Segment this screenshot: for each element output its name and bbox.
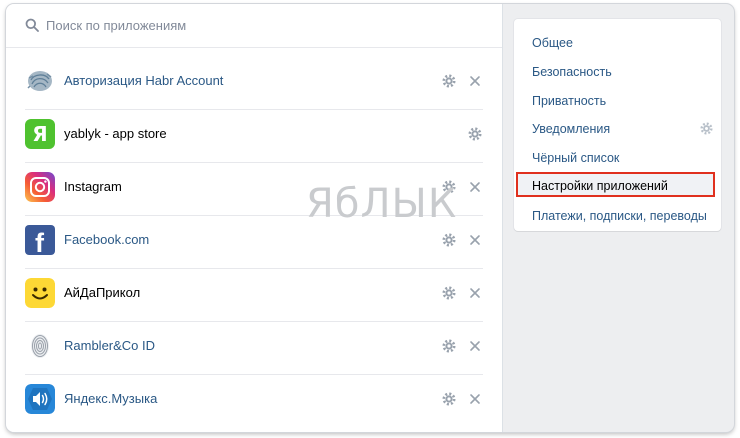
app-name[interactable]: Яндекс.Музыка [64, 391, 157, 406]
app-name[interactable]: Rambler&Co ID [64, 338, 155, 353]
menu-item-label: Уведомления [532, 122, 611, 136]
settings-menu: Общее Безопасность Приватность Уведомлен… [514, 19, 721, 231]
gear-icon[interactable] [468, 127, 482, 141]
rambler-fingerprint-icon [31, 334, 49, 358]
smiley-icon [25, 278, 55, 308]
search-input[interactable] [46, 15, 486, 35]
close-icon[interactable] [468, 339, 482, 353]
menu-item-label: Настройки приложений [532, 179, 668, 193]
app-row-habr[interactable]: Авторизация Habr Account [6, 56, 502, 109]
app-window: Авторизация Habr Account Я yablyk - app … [6, 4, 734, 432]
menu-item-label: Безопасность [532, 65, 612, 79]
app-name[interactable]: Авторизация Habr Account [64, 73, 223, 88]
close-icon[interactable] [468, 233, 482, 247]
close-icon[interactable] [468, 286, 482, 300]
gear-icon[interactable] [442, 392, 456, 406]
app-row-rambler[interactable]: Rambler&Co ID [6, 321, 502, 374]
menu-item-label: Платежи, подписки, переводы [532, 209, 707, 223]
gear-icon[interactable] [442, 339, 456, 353]
habr-fingerprint-icon [27, 71, 52, 91]
app-row-aidaprikol[interactable]: АйДаПрикол [6, 268, 502, 321]
close-icon[interactable] [468, 74, 482, 88]
instagram-icon [25, 172, 55, 202]
menu-item-general[interactable]: Общее [514, 29, 721, 57]
menu-item-app-settings[interactable]: Настройки приложений [514, 172, 721, 201]
app-name[interactable]: yablyk - app store [64, 126, 167, 141]
menu-item-label: Приватность [532, 94, 607, 108]
watermark: ЯбЛЫК [306, 181, 457, 227]
app-name[interactable]: Facebook.com [64, 232, 149, 247]
menu-item-label: Общее [532, 36, 573, 50]
menu-item-blacklist[interactable]: Чёрный список [514, 144, 721, 172]
menu-item-notifications[interactable]: Уведомления [514, 115, 721, 143]
app-name[interactable]: Instagram [64, 179, 122, 194]
menu-item-payments[interactable]: Платежи, подписки, переводы [514, 202, 721, 230]
app-name[interactable]: АйДаПрикол [64, 285, 140, 300]
menu-item-privacy[interactable]: Приватность [514, 87, 721, 115]
close-icon[interactable] [468, 392, 482, 406]
gear-icon[interactable] [442, 233, 456, 247]
search-bar [6, 4, 502, 48]
close-icon[interactable] [468, 180, 482, 194]
gear-icon[interactable] [442, 286, 456, 300]
app-row-yandex-music[interactable]: Яндекс.Музыка [6, 374, 502, 427]
yablyk-icon-letter: Я [32, 122, 48, 146]
facebook-icon: f [25, 225, 55, 255]
search-icon [25, 18, 39, 32]
menu-item-security[interactable]: Безопасность [514, 58, 721, 86]
facebook-icon-letter: f [35, 228, 44, 255]
menu-item-label: Чёрный список [532, 151, 620, 165]
watermark-text: ЯбЛЫК [306, 181, 458, 227]
gear-icon[interactable] [442, 74, 456, 88]
yandex-music-icon [25, 384, 55, 414]
gear-icon[interactable] [700, 122, 713, 135]
app-row-yablyk[interactable]: Я yablyk - app store [6, 109, 502, 162]
yablyk-icon: Я [25, 119, 55, 149]
